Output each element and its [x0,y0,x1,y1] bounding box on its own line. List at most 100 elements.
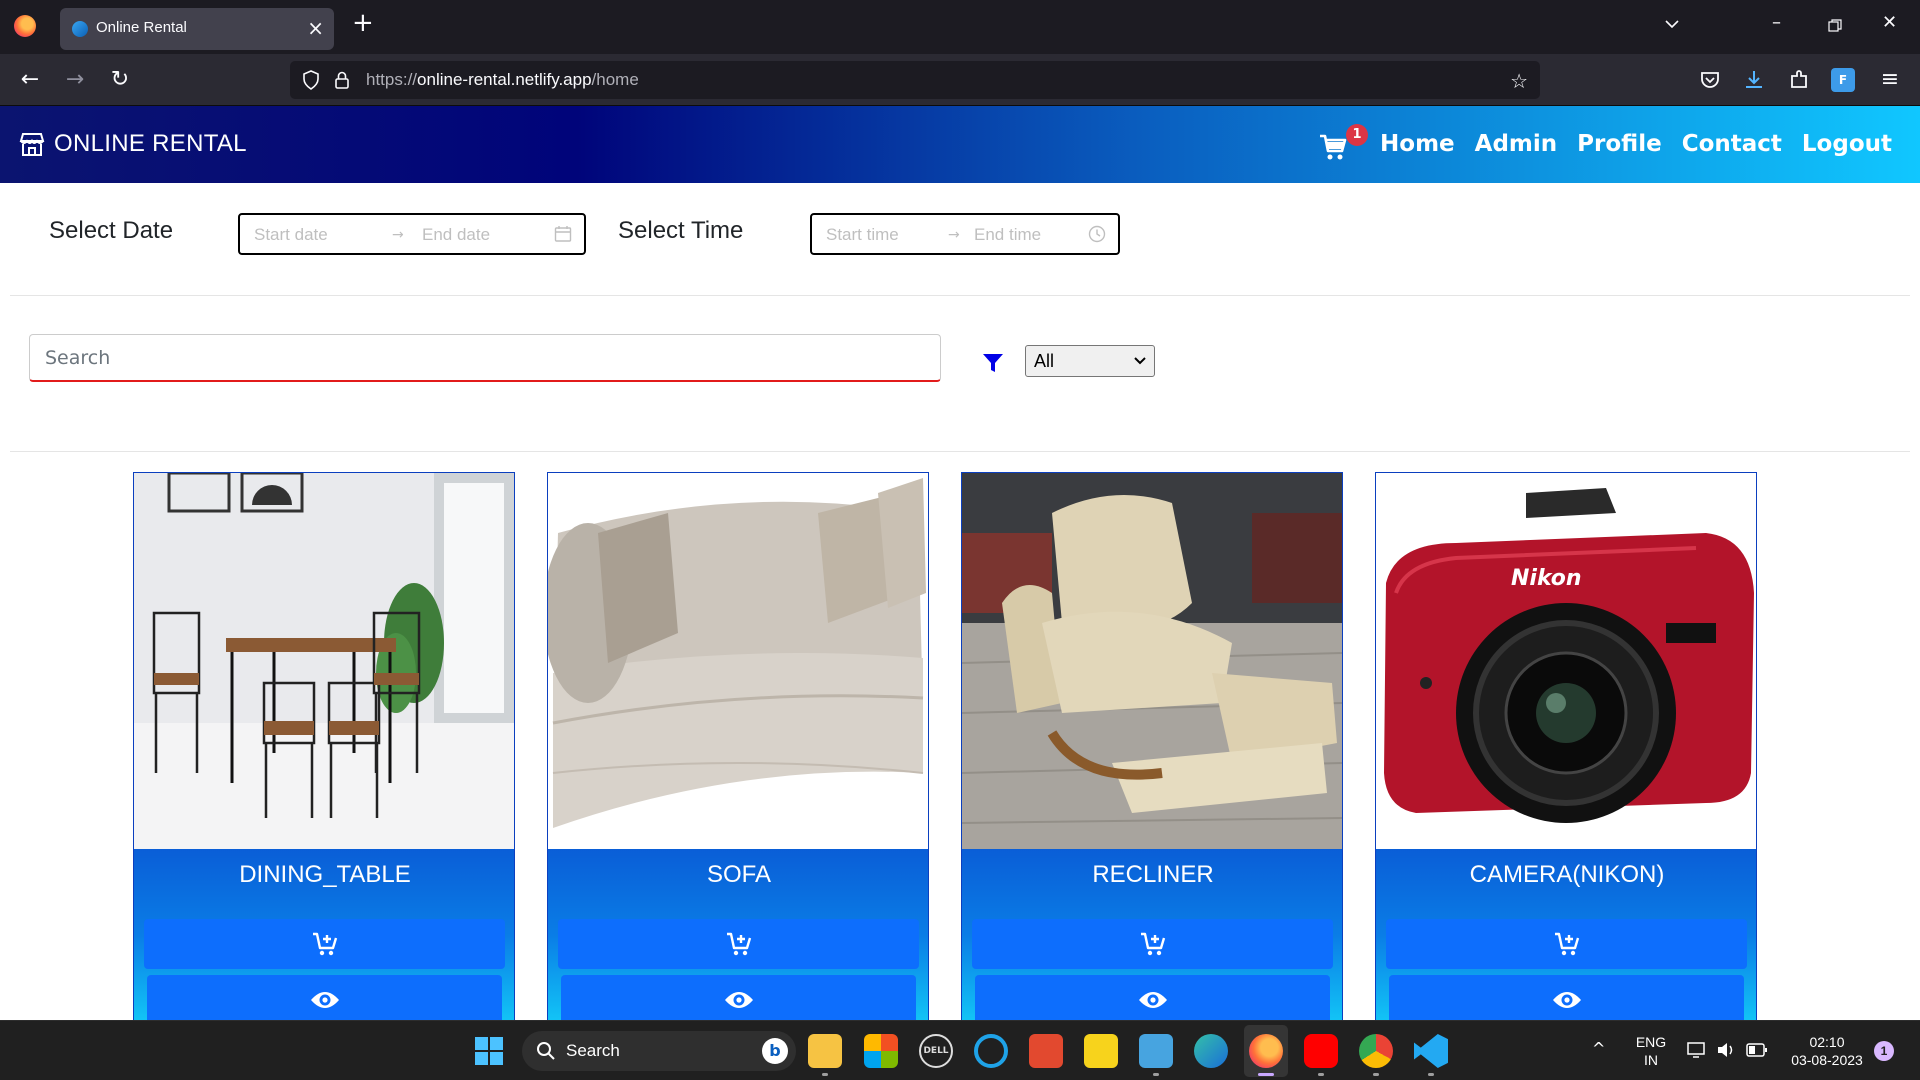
end-date-input[interactable]: End date [422,225,490,245]
product-card: SOFA [547,472,929,1020]
pocket-icon[interactable] [1698,68,1722,92]
lock-icon[interactable] [334,70,350,90]
clock-icon [1088,225,1106,243]
clock[interactable]: 02:10 03-08-2023 [1782,1033,1872,1069]
browser-tabstrip: Online Rental × + – ✕ [0,0,1920,54]
product-image-sofa [548,473,928,849]
filter-icon [983,354,1003,372]
language-indicator[interactable]: ENG IN [1632,1033,1670,1069]
network-icon[interactable] [1686,1041,1706,1059]
add-to-cart-button[interactable] [144,919,505,969]
chevron-down-icon [1134,357,1146,365]
brand-logo[interactable]: ONLINE RENTAL [18,130,247,158]
extensions-icon[interactable] [1787,68,1811,92]
nav-logout-link[interactable]: Logout [1802,131,1892,157]
product-card-body: CAMERA(NIKON) [1376,849,1756,1020]
product-card: DINING_TABLE [133,472,515,1020]
close-window-icon[interactable]: ✕ [1882,14,1897,32]
firefox-menu-icon[interactable] [14,15,36,37]
brand-name: ONLINE RENTAL [54,130,247,157]
end-time-input[interactable]: End time [974,225,1041,245]
url-text[interactable]: https://online-rental.netlify.app/home [366,70,639,90]
cart-plus-icon [726,932,751,956]
url-bar[interactable]: https://online-rental.netlify.app/home ☆ [290,61,1540,99]
reload-icon[interactable]: ↻ [106,66,134,94]
tracking-shield-icon[interactable] [302,70,320,90]
browser-tab-active[interactable]: Online Rental × [60,8,334,50]
running-indicator [1318,1073,1324,1076]
taskbar-search[interactable]: Search b [522,1031,796,1071]
show-hidden-icons-icon[interactable]: ^ [1592,1039,1605,1058]
date-range-picker[interactable]: Start date → End date [238,213,586,255]
clock-time: 02:10 [1809,1034,1845,1050]
region-code: IN [1644,1052,1658,1068]
chrome-icon[interactable] [1359,1034,1393,1068]
add-to-cart-button[interactable] [972,919,1333,969]
windows-start-icon[interactable] [472,1034,506,1068]
search-input[interactable] [30,335,940,380]
cart-count-badge: 1 [1346,124,1369,146]
mcafee-icon[interactable] [1029,1034,1063,1068]
section-divider [10,451,1910,452]
account-extension-icon[interactable]: F [1831,68,1855,92]
select-time-label: Select Time [618,217,744,244]
select-date-label: Select Date [49,217,174,244]
search-field[interactable] [29,334,941,382]
file-explorer-icon[interactable] [808,1034,842,1068]
bing-icon[interactable]: b [762,1038,788,1064]
cortana-icon[interactable] [974,1034,1008,1068]
search-icon [537,1042,555,1060]
restore-icon[interactable] [1828,19,1842,33]
eye-icon [1552,992,1581,1008]
firefox-icon[interactable] [1249,1034,1283,1068]
view-details-button[interactable] [561,975,916,1020]
new-tab-icon[interactable]: + [352,10,374,36]
product-card: RECLINER [961,472,1343,1020]
tab-close-icon[interactable]: × [307,16,324,40]
back-icon[interactable]: ← [16,66,44,94]
bookmark-star-icon[interactable]: ☆ [1510,69,1528,93]
product-card-body: SOFA [548,849,928,1020]
downloads-icon[interactable] [1742,68,1766,92]
tab-title: Online Rental [96,19,187,36]
view-details-button[interactable] [1389,975,1744,1020]
microsoft-store-icon[interactable] [864,1034,898,1068]
start-date-input[interactable]: Start date [254,225,328,245]
running-indicator [1428,1073,1434,1076]
minimize-icon[interactable]: – [1772,14,1781,32]
browser-navbar: ← → ↻ https://online-rental.netlify.app/… [0,54,1920,106]
product-name: RECLINER [1092,861,1214,888]
add-to-cart-button[interactable] [558,919,919,969]
active-indicator [1258,1073,1274,1076]
main-nav: 1 Home Admin Profile Contact Logout [1318,124,1892,160]
list-all-tabs-icon[interactable] [1664,16,1680,32]
edge-icon[interactable] [1194,1034,1228,1068]
cart-button[interactable]: 1 [1318,124,1369,160]
battery-icon[interactable] [1746,1043,1768,1057]
nav-admin-link[interactable]: Admin [1475,131,1558,157]
sticky-notes-icon[interactable] [1084,1034,1118,1068]
product-card: Nikon CAMERA(NIKON) [1375,472,1757,1020]
store-icon [19,133,45,156]
forward-icon[interactable]: → [61,66,89,94]
vscode-icon[interactable] [1414,1034,1448,1068]
add-to-cart-button[interactable] [1386,919,1747,969]
notification-badge[interactable]: 1 [1874,1041,1894,1061]
category-select[interactable]: All [1025,345,1155,377]
nav-contact-link[interactable]: Contact [1682,131,1782,157]
view-details-button[interactable] [975,975,1330,1020]
app-header: ONLINE RENTAL 1 Home Admin Profile Conta… [0,106,1920,183]
nav-profile-link[interactable]: Profile [1577,131,1662,157]
dell-icon[interactable]: DELL [919,1034,953,1068]
cart-plus-icon [1140,932,1165,956]
start-time-input[interactable]: Start time [826,225,899,245]
notepad-icon[interactable] [1139,1034,1173,1068]
nav-home-link[interactable]: Home [1380,131,1455,157]
volume-icon[interactable] [1716,1041,1736,1059]
product-card-body: RECLINER [962,849,1342,1020]
youtube-icon[interactable] [1304,1034,1338,1068]
time-range-picker[interactable]: Start time → End time [810,213,1120,255]
svg-text:Nikon: Nikon [1511,566,1582,591]
app-menu-icon[interactable]: ≡ [1876,66,1904,94]
view-details-button[interactable] [147,975,502,1020]
